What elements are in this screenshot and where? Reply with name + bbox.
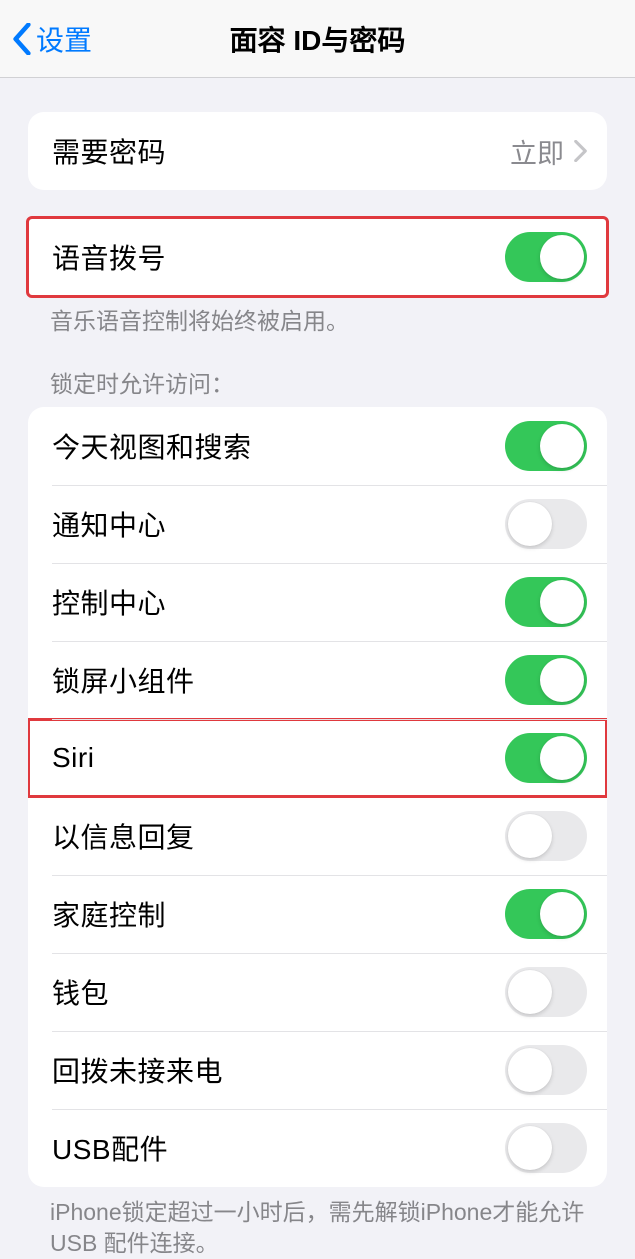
row-label: 语音拨号 <box>52 237 166 277</box>
locked-access-row[interactable]: Siri <box>28 719 607 797</box>
row-label: Siri <box>52 742 94 774</box>
toggle-knob <box>540 658 584 702</box>
toggle-knob <box>540 736 584 780</box>
toggle[interactable] <box>505 499 587 549</box>
toggle[interactable] <box>505 1123 587 1173</box>
locked-access-row[interactable]: 今天视图和搜索 <box>28 407 607 485</box>
locked-access-header: 锁定时允许访问： <box>50 365 585 399</box>
row-value-text: 立即 <box>510 132 564 171</box>
toggle[interactable] <box>505 889 587 939</box>
back-button[interactable]: 设置 <box>0 19 92 59</box>
voice-dial-footer: 音乐语音控制将始终被启用。 <box>50 306 585 337</box>
toggle[interactable] <box>505 421 587 471</box>
row-label: USB配件 <box>52 1128 168 1168</box>
page-title: 面容 ID与密码 <box>0 19 635 59</box>
locked-access-group: 今天视图和搜索通知中心控制中心锁屏小组件 Siri 以信息回复家庭控制钱包回拨未接来… <box>28 407 607 1187</box>
row-label: 回拨未接来电 <box>52 1050 223 1090</box>
toggle-knob <box>508 502 552 546</box>
row-label: 通知中心 <box>52 504 166 544</box>
toggle-knob <box>540 892 584 936</box>
toggle[interactable] <box>505 967 587 1017</box>
voice-dial-row[interactable]: 语音拨号 <box>28 218 607 296</box>
locked-access-row[interactable]: 通知中心 <box>28 485 607 563</box>
require-passcode-row[interactable]: 需要密码 立即 <box>28 112 607 190</box>
row-label: 今天视图和搜索 <box>52 426 252 466</box>
back-label: 设置 <box>36 19 92 59</box>
locked-access-footer: iPhone锁定超过一小时后，需先解锁iPhone才能允许USB 配件连接。 <box>50 1197 585 1259</box>
locked-access-row[interactable]: 钱包 <box>28 953 607 1031</box>
chevron-right-icon <box>574 140 587 162</box>
toggle-knob <box>508 1048 552 1092</box>
voice-dial-group: 语音拨号 <box>28 218 607 296</box>
row-label: 需要密码 <box>52 131 166 171</box>
toggle[interactable] <box>505 577 587 627</box>
row-label: 钱包 <box>52 972 109 1012</box>
toggle[interactable] <box>505 655 587 705</box>
row-label: 家庭控制 <box>52 894 166 934</box>
toggle-knob <box>540 424 584 468</box>
voice-dial-toggle[interactable] <box>505 232 587 282</box>
locked-access-row[interactable]: 锁屏小组件 <box>28 641 607 719</box>
toggle[interactable] <box>505 811 587 861</box>
locked-access-row[interactable]: 回拨未接来电 <box>28 1031 607 1109</box>
passcode-group: 需要密码 立即 <box>28 112 607 190</box>
toggle-knob <box>540 580 584 624</box>
toggle-knob <box>540 235 584 279</box>
toggle[interactable] <box>505 733 587 783</box>
chevron-left-icon <box>12 23 32 55</box>
content: 需要密码 立即 语音拨号 音乐语音控制将始终被启用。 锁定时允许访问： 今天视图… <box>0 112 635 1259</box>
locked-access-row[interactable]: USB配件 <box>28 1109 607 1187</box>
navigation-bar: 设置 面容 ID与密码 <box>0 0 635 78</box>
locked-access-row[interactable]: 家庭控制 <box>28 875 607 953</box>
row-label: 以信息回复 <box>52 816 195 856</box>
row-value: 立即 <box>510 132 587 171</box>
row-label: 控制中心 <box>52 582 166 622</box>
toggle-knob <box>508 814 552 858</box>
toggle-knob <box>508 970 552 1014</box>
toggle-knob <box>508 1126 552 1170</box>
locked-access-row[interactable]: 以信息回复 <box>28 797 607 875</box>
row-label: 锁屏小组件 <box>52 660 195 700</box>
toggle[interactable] <box>505 1045 587 1095</box>
locked-access-row[interactable]: 控制中心 <box>28 563 607 641</box>
